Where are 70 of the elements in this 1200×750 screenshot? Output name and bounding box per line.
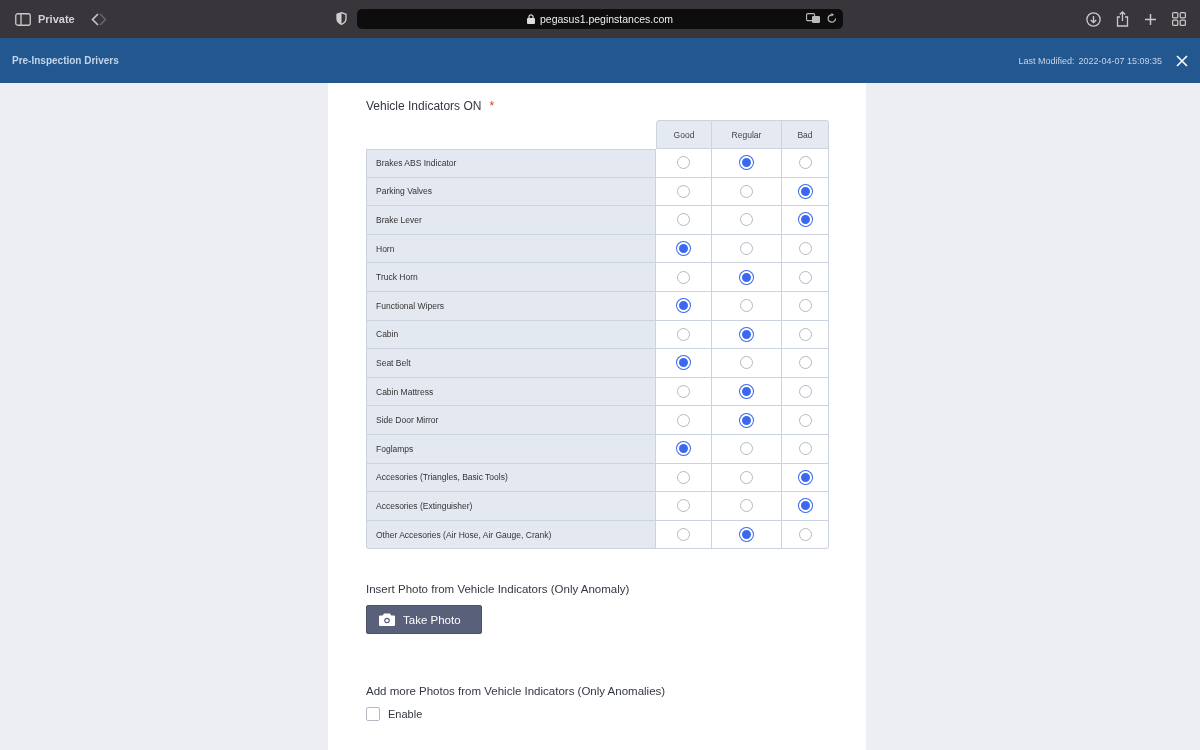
page-title: Pre-Inspection Drivers: [12, 55, 119, 66]
private-label: Private: [38, 13, 75, 25]
row-label: Cabin: [366, 320, 656, 350]
radio-button[interactable]: [677, 270, 690, 284]
shield-icon[interactable]: [336, 12, 347, 25]
more-photos-label: Add more Photos from Vehicle Indicators (Only Anomalies): [366, 685, 667, 698]
radio-button[interactable]: [740, 356, 753, 370]
radio-button[interactable]: [798, 442, 812, 456]
radio-button[interactable]: [677, 528, 690, 541]
radio-button[interactable]: [798, 327, 812, 341]
last-modified-value: 2022-04-07 15:09:35: [1078, 55, 1162, 66]
radio-button[interactable]: [677, 213, 690, 227]
radio-button[interactable]: [798, 242, 812, 256]
radio-button[interactable]: [798, 270, 812, 284]
radio-button[interactable]: [798, 385, 812, 399]
enable-checkbox[interactable]: [366, 707, 380, 722]
radio-button[interactable]: [740, 299, 753, 313]
plus-icon[interactable]: [1144, 12, 1157, 26]
row-label: Side Door Mirror: [366, 406, 656, 435]
share-icon[interactable]: [1116, 11, 1129, 27]
reload-icon[interactable]: [827, 13, 837, 24]
radio-button[interactable]: [740, 184, 753, 198]
radio-button[interactable]: [798, 528, 812, 541]
radio-button[interactable]: [740, 499, 753, 513]
close-icon[interactable]: [1176, 54, 1188, 67]
row-label: Functional Wipers: [366, 291, 656, 321]
column-header: Bad: [782, 120, 829, 149]
radio-button[interactable]: [798, 299, 812, 313]
photo-label: Insert Photo from Vehicle Indicators (Only Anomaly): [366, 583, 631, 596]
url-text: pegasus1.peginstances.com: [539, 13, 674, 25]
radio-button[interactable]: [740, 442, 753, 456]
radio-button[interactable]: [740, 242, 753, 256]
required-mark: *: [489, 98, 495, 113]
translate-icon[interactable]: [806, 13, 821, 24]
row-label: Horn: [366, 234, 656, 264]
radio-button[interactable]: [677, 499, 690, 513]
address-bar[interactable]: pegasus1.peginstances.com: [357, 9, 843, 29]
back-icon[interactable]: [90, 12, 99, 26]
radio-button[interactable]: [677, 184, 690, 198]
radio-button[interactable]: [798, 413, 812, 427]
row-label: Foglamps: [366, 434, 656, 464]
radio-button[interactable]: [677, 327, 690, 341]
row-label: Truck Horn: [366, 263, 656, 292]
column-header: Regular: [712, 120, 782, 149]
column-header: Good: [656, 120, 712, 149]
download-icon[interactable]: [1086, 11, 1101, 27]
radio-button[interactable]: [677, 413, 690, 427]
row-label: Brakes ABS Indicator: [366, 149, 656, 178]
tabs-grid-icon[interactable]: [1172, 12, 1186, 26]
row-label: Seat Belt: [366, 349, 656, 378]
last-modified-label: Last Modified:: [1018, 55, 1075, 66]
radio-button[interactable]: [740, 470, 753, 484]
lock-icon: [526, 14, 535, 24]
row-label: Cabin Mattress: [366, 377, 656, 407]
take-photo-button[interactable]: Take Photo: [366, 605, 482, 635]
sidebar-icon[interactable]: [15, 12, 31, 26]
radio-button[interactable]: [677, 385, 690, 399]
row-label: Parking Valves: [366, 177, 656, 207]
enable-label: Enable: [388, 708, 423, 721]
question-label: Vehicle Indicators ON: [366, 98, 482, 113]
radio-button[interactable]: [677, 470, 690, 484]
radio-button[interactable]: [798, 356, 812, 370]
camera-icon: [379, 613, 395, 627]
row-label: Brake Lever: [366, 206, 656, 235]
row-label: Accesories (Triangles, Basic Tools): [366, 463, 656, 493]
radio-button[interactable]: [677, 156, 690, 170]
row-label: Other Accesories (Air Hose, Air Gauge, Crank): [366, 520, 656, 550]
radio-button[interactable]: [740, 213, 753, 227]
row-label: Accesories (Extinguisher): [366, 492, 656, 521]
radio-button[interactable]: [798, 156, 812, 170]
